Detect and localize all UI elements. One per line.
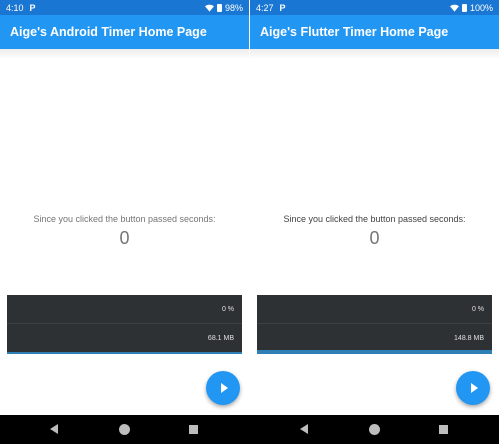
elapsed-caption: Since you clicked the button passed seco…: [33, 214, 216, 224]
battery-icon: [461, 3, 467, 12]
app-bar: Aige's Flutter Timer Home Page: [250, 15, 499, 49]
memory-row: 68.1 MB: [7, 324, 242, 353]
flutter-screen: 4:27 P 100% Aige's Flutter Timer Home Pa…: [250, 0, 499, 415]
cpu-row: 0 %: [257, 295, 492, 324]
back-triangle-icon[interactable]: [300, 424, 308, 434]
cpu-value: 0 %: [221, 305, 234, 313]
start-timer-button[interactable]: [206, 371, 240, 405]
cpu-row: 0 %: [7, 295, 242, 324]
memory-bar: [257, 350, 492, 354]
app-bar: Aige's Android Timer Home Page: [0, 15, 249, 49]
nav-bar-left: [0, 415, 249, 444]
wifi-icon: [204, 4, 214, 12]
recent-square-icon[interactable]: [189, 425, 198, 434]
memory-row: 148.8 MB: [257, 324, 492, 353]
system-nav-bar: [0, 415, 499, 444]
start-timer-button[interactable]: [456, 371, 490, 405]
wifi-icon: [449, 4, 459, 12]
perf-monitor-panel: 0 % 148.8 MB: [257, 295, 492, 354]
app-bar-shadow: [250, 49, 499, 59]
status-bar: 4:27 P 100%: [250, 0, 499, 15]
elapsed-counter: 0: [119, 228, 130, 248]
status-time: 4:10: [6, 2, 24, 13]
nav-bar-right: [250, 415, 499, 444]
recent-square-icon[interactable]: [439, 425, 448, 434]
elapsed-counter: 0: [369, 228, 380, 248]
cpu-value: 0 %: [471, 305, 484, 313]
elapsed-caption: Since you clicked the button passed seco…: [283, 214, 466, 224]
memory-bar: [7, 352, 242, 354]
perf-monitor-panel: 0 % 68.1 MB: [7, 295, 242, 354]
battery-icon: [216, 3, 222, 12]
app-bar-shadow: [0, 49, 249, 59]
play-icon: [470, 383, 478, 393]
battery-percent: 98%: [224, 2, 243, 13]
play-icon: [220, 383, 228, 393]
memory-value: 68.1 MB: [207, 335, 234, 342]
home-circle-icon[interactable]: [119, 424, 130, 435]
battery-percent: 100%: [469, 2, 493, 13]
status-right-icons: 98%: [204, 2, 243, 13]
status-bar: 4:10 P 98%: [0, 0, 249, 15]
page-title: Aige's Android Timer Home Page: [10, 25, 207, 39]
status-right-icons: 100%: [449, 2, 493, 13]
page-title: Aige's Flutter Timer Home Page: [260, 25, 449, 39]
android-screen: 4:10 P 98% Aige's Android Timer Home Pag…: [0, 0, 249, 415]
notification-p-icon: P: [29, 2, 36, 13]
status-time: 4:27: [256, 2, 274, 13]
notification-p-icon: P: [279, 2, 286, 13]
back-triangle-icon[interactable]: [50, 424, 58, 434]
memory-value: 148.8 MB: [454, 335, 484, 342]
home-circle-icon[interactable]: [369, 424, 380, 435]
